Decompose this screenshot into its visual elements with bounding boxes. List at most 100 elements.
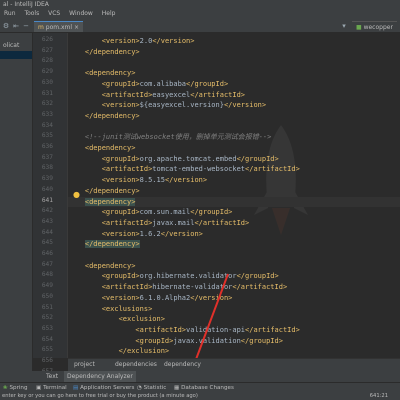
line-number: 653 <box>41 324 53 332</box>
xml-tag: <version> <box>68 293 140 302</box>
xml-tag: </dependency> <box>68 47 140 56</box>
tool-window-bar: ❀ Spring ▣ Terminal ▤ Application Server… <box>0 382 400 392</box>
subtab-dependencies[interactable]: dependencies <box>115 359 157 371</box>
line-number: 636 <box>41 143 53 150</box>
xml-tag: <version> <box>68 229 140 238</box>
code-line[interactable]: <version>2.0</version> <box>68 36 400 47</box>
line-number: 639 <box>41 175 53 183</box>
line-number: 642 <box>41 207 53 215</box>
minimize-icon[interactable]: − <box>22 22 30 30</box>
collapse-icon[interactable]: ⇤ <box>12 22 20 30</box>
line-number: 632 <box>41 100 53 108</box>
xml-tag: </artifactId> <box>190 90 246 99</box>
menu-vcs[interactable]: VCS <box>48 10 60 17</box>
xml-text: tomcat-embed-websocket <box>152 165 246 174</box>
line-number: 626 <box>41 36 53 43</box>
lightbulb-icon[interactable]: ● <box>73 190 80 199</box>
xml-tag: </artifactId> <box>194 218 250 227</box>
subtab-dependency[interactable]: dependency <box>164 359 201 371</box>
code-line[interactable] <box>68 250 400 261</box>
line-number: 640 <box>41 185 53 193</box>
project-panel: olicat <box>0 33 33 371</box>
subtab-project[interactable]: project <box>74 359 95 371</box>
menu-tools[interactable]: Tools <box>24 10 39 17</box>
code-line[interactable] <box>68 57 400 68</box>
xml-tag: </dependency> <box>84 240 140 249</box>
menu-run[interactable]: Run <box>4 10 16 17</box>
xml-text: com.sun.mail <box>139 208 191 217</box>
xml-tag: <groupId> <box>68 154 140 163</box>
code-line[interactable]: <version>8.5.15</version> <box>68 175 400 186</box>
line-number: 650 <box>41 292 53 300</box>
code-line[interactable]: </dependency> <box>68 111 400 122</box>
caret-position[interactable]: 641:21 <box>370 392 388 400</box>
xml-text: com.alibaba <box>139 79 187 88</box>
xml-text: ${easyexcel.version} <box>139 101 224 110</box>
tab-pom-xml[interactable]: m pom.xml × <box>34 21 84 32</box>
spring-label: Spring <box>9 385 28 391</box>
tab-dependency-analyzer[interactable]: Dependency Analyzer <box>64 371 136 382</box>
line-number-gutter: 626 627 628 629 630 631 632 633 634 635 636 637 638 6… <box>33 33 68 375</box>
tab-text[interactable]: Text <box>46 371 58 382</box>
code-line[interactable]: </dependency> <box>68 186 400 197</box>
line-number: 629 <box>41 68 53 76</box>
xml-tag: </dependency> <box>68 111 140 120</box>
code-line[interactable]: <groupId>com.alibaba</groupId> <box>68 79 400 90</box>
editor-subtabs: project dependencies dependency <box>68 358 400 371</box>
tab-wecopper[interactable]: ■ wecopper <box>352 21 397 32</box>
toolbar: ⚙ ⇤ − m pom.xml × ▾ ■ wecopper <box>0 19 400 33</box>
line-number: 651 <box>41 303 53 311</box>
line-number: 635 <box>41 132 53 140</box>
statistic-icon: ◔ <box>137 385 144 391</box>
xml-tag <box>68 240 85 248</box>
menu-window[interactable]: Window <box>69 10 93 17</box>
code-line[interactable]: <dependency> <box>68 196 400 208</box>
line-number: 644 <box>41 228 53 236</box>
xml-tag: <dependency> <box>68 261 136 270</box>
code-line[interactable]: <artifactId>javax.mail</artifactId> <box>68 218 400 229</box>
line-number: 641 <box>41 196 53 204</box>
code-line[interactable]: </dependency> <box>68 47 400 58</box>
status-message: enter key or you can go here to free tri… <box>2 393 198 399</box>
line-number: 645 <box>41 239 53 247</box>
xml-tag: <groupId> <box>68 79 140 88</box>
project-panel-label[interactable]: olicat <box>0 33 32 49</box>
xml-tag: </groupId> <box>236 272 279 281</box>
dropdown-icon[interactable]: ▾ <box>340 22 348 30</box>
code-line[interactable]: <groupId>com.sun.mail</groupId> <box>68 207 400 218</box>
line-number: 646 <box>41 250 53 257</box>
xml-tag: </artifactId> <box>245 325 300 334</box>
menu-help[interactable]: Help <box>102 10 116 17</box>
window-title: al - IntelliJ IDEA <box>0 0 400 9</box>
project-selection[interactable] <box>0 51 32 59</box>
line-number: 648 <box>41 271 53 279</box>
database-changes-label: Database Changes <box>181 385 234 391</box>
code-line[interactable]: </dependency> <box>68 239 400 250</box>
xml-tag: </version> <box>223 101 267 110</box>
settings-icon[interactable]: ⚙ <box>2 22 10 30</box>
line-number: 628 <box>41 57 53 65</box>
xml-text: 2.0 <box>139 37 153 45</box>
code-line[interactable]: <artifactId>tomcat-embed-websocket</arti… <box>68 164 400 175</box>
line-number: 630 <box>41 78 53 86</box>
tab-label: wecopper <box>363 24 393 31</box>
xml-tag: </groupId> <box>240 336 283 345</box>
code-line[interactable]: <artifactId>easyexcel</artifactId> <box>68 90 400 101</box>
xml-tag: <dependency> <box>68 144 136 152</box>
code-line[interactable]: <version>1.6.2</version> <box>68 229 400 240</box>
code-line[interactable]: <groupId>org.apache.tomcat.embed</groupI… <box>68 154 400 165</box>
xml-tag: <groupId> <box>68 336 174 345</box>
menu-bar: Run Tools VCS Window Help <box>0 9 400 19</box>
code-line[interactable]: <!--junit测试websocket使用，删掉单元测试会报错--> <box>68 132 400 143</box>
xml-tag: <dependency> <box>68 69 136 78</box>
xml-tag: <version> <box>68 101 140 110</box>
code-line[interactable]: <version>${easyexcel.version}</version> <box>68 100 400 111</box>
line-number: 631 <box>41 89 53 97</box>
code-line[interactable]: <dependency> <box>68 68 400 79</box>
close-icon[interactable]: × <box>74 24 79 31</box>
xml-text: 1.6.2 <box>139 229 161 238</box>
code-line[interactable] <box>68 122 400 133</box>
code-line[interactable]: <dependency> <box>68 143 400 154</box>
line-number: 633 <box>41 110 53 118</box>
terminal-label: Terminal <box>43 385 67 391</box>
